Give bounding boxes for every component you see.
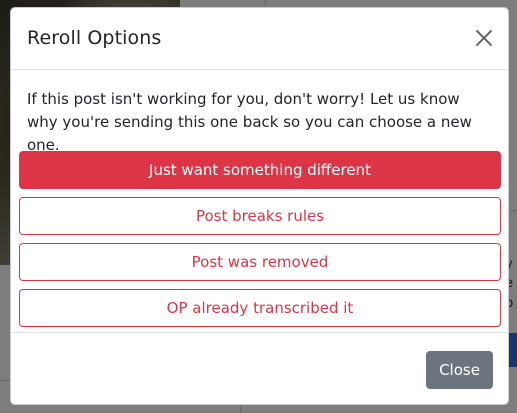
reroll-options-modal: Reroll Options If this post isn't workin… [10,7,509,405]
modal-header: Reroll Options [11,8,508,70]
close-button[interactable]: Close [426,351,493,389]
modal-title: Reroll Options [27,27,162,49]
option-just-want-something-different[interactable]: Just want something different [19,151,501,189]
option-op-already-transcribed[interactable]: OP already transcribed it [19,289,501,327]
option-post-was-removed[interactable]: Post was removed [19,243,501,281]
modal-body: If this post isn't working for you, don'… [11,70,508,333]
close-icon[interactable] [474,28,494,48]
modal-footer: Close [11,333,508,404]
option-post-breaks-rules[interactable]: Post breaks rules [19,197,501,235]
intro-text: If this post isn't working for you, don'… [27,90,472,154]
